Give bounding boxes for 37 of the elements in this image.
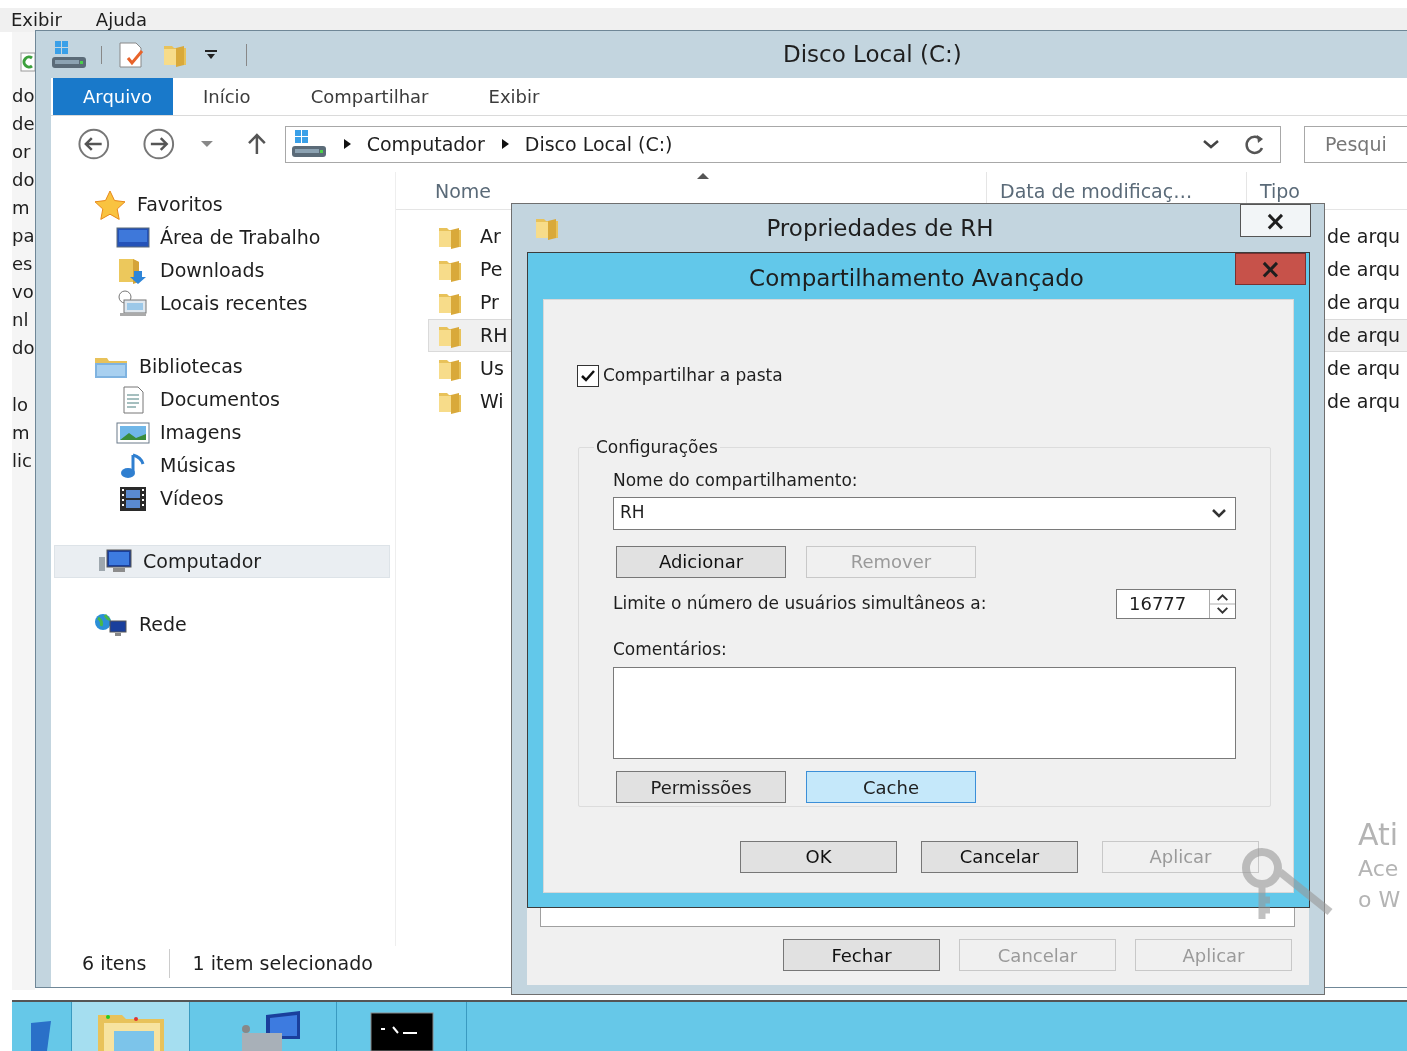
file-type: de arqu (1327, 257, 1401, 283)
group-title: Configurações (595, 435, 719, 459)
file-type: de arqu (1327, 356, 1401, 382)
dialog-title: Compartilhamento Avançado (748, 264, 1085, 293)
clipped-text: pa (12, 224, 35, 248)
clipped-text: do (12, 168, 35, 192)
file-type: de arqu (1327, 389, 1401, 415)
clipped-text: lo (12, 393, 29, 417)
file-type: de arqu (1327, 290, 1401, 316)
window-title: Disco Local (C:) (783, 40, 962, 70)
field-label: Nome do compartilhamento: (613, 469, 859, 492)
clipped-text: m (12, 196, 31, 220)
file-name: Pr (480, 290, 499, 316)
file-name: RH (480, 323, 508, 349)
clipped-text: de (12, 112, 35, 136)
clipped-text: do (12, 336, 35, 360)
clipped-text: lic (12, 449, 33, 473)
file-name: Pe (480, 257, 503, 283)
clipped-text: or (12, 140, 32, 164)
clipped-text: nl (12, 308, 30, 332)
field-label: Comentários: (613, 637, 728, 661)
file-name: Ar (480, 224, 501, 250)
dialog-title: Propriedades de RH (765, 213, 995, 243)
clipped-text: m (12, 421, 31, 445)
field-label: Limite o número de usuários simultâneos a: (613, 591, 988, 615)
clipped-text: do (12, 84, 35, 108)
file-name: Us (480, 356, 504, 382)
activation-notice-text: Ati (1358, 820, 1400, 850)
file-type: de arqu (1327, 224, 1401, 250)
activation-notice-text: o W (1358, 889, 1401, 911)
clipped-text: es (12, 252, 34, 276)
status-text: 6 itens (82, 949, 170, 978)
clipped-text: vo (12, 280, 35, 304)
status-text: 1 item selecionado (192, 951, 373, 977)
file-name: Wi (480, 389, 504, 415)
activation-notice-text: Ace (1358, 858, 1400, 880)
file-type: de arqu (1327, 323, 1401, 349)
